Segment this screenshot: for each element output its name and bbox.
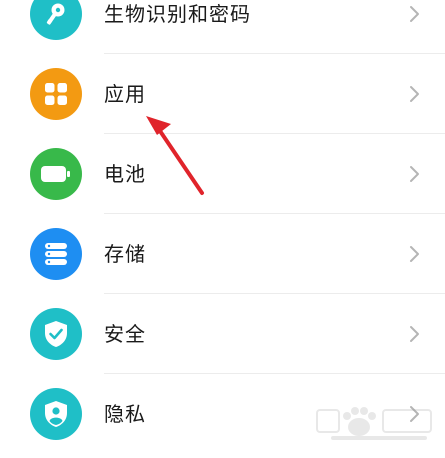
settings-list: 生物识别和密码 应用 电池 存储 安全 隐私 bbox=[0, 0, 445, 454]
battery-icon bbox=[30, 148, 82, 200]
chevron-right-icon bbox=[410, 86, 419, 102]
apps-grid-icon bbox=[30, 68, 82, 120]
chevron-right-icon bbox=[410, 6, 419, 22]
settings-item-privacy[interactable]: 隐私 bbox=[0, 374, 445, 454]
settings-item-label: 存储 bbox=[104, 242, 146, 266]
settings-item-biometrics-password[interactable]: 生物识别和密码 bbox=[0, 0, 445, 54]
shield-check-icon bbox=[30, 308, 82, 360]
settings-item-label: 电池 bbox=[104, 162, 146, 186]
settings-item-battery[interactable]: 电池 bbox=[0, 134, 445, 214]
settings-item-label: 生物识别和密码 bbox=[104, 2, 251, 26]
key-icon bbox=[30, 0, 82, 40]
chevron-right-icon bbox=[410, 246, 419, 262]
storage-icon bbox=[30, 228, 82, 280]
chevron-right-icon bbox=[410, 326, 419, 342]
settings-item-label: 应用 bbox=[104, 82, 146, 106]
settings-item-storage[interactable]: 存储 bbox=[0, 214, 445, 294]
chevron-right-icon bbox=[410, 406, 419, 422]
settings-item-label: 安全 bbox=[104, 322, 146, 346]
privacy-shield-icon bbox=[30, 388, 82, 440]
chevron-right-icon bbox=[410, 166, 419, 182]
settings-item-label: 隐私 bbox=[104, 402, 146, 426]
settings-item-security[interactable]: 安全 bbox=[0, 294, 445, 374]
settings-item-apps[interactable]: 应用 bbox=[0, 54, 445, 134]
